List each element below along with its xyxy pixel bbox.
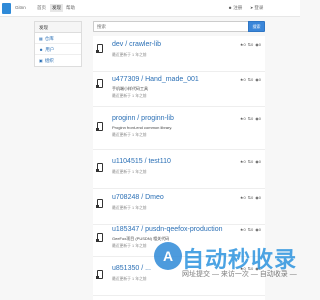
repo-icon	[96, 79, 103, 88]
watermark-logo: A	[154, 242, 182, 270]
search-bar: 搜索	[93, 21, 265, 32]
repo-stats: ★0 ⇅0 ◉0	[238, 227, 261, 232]
login-label: 登录	[254, 5, 264, 10]
repo-description: 手机端小样代码工具	[112, 86, 148, 91]
list-item: dev / crawler-lib 最近更新于 1 年之前 ★0 ⇅0 ◉0	[93, 36, 265, 72]
repo-link[interactable]: proginn / proginn-lib	[112, 115, 174, 122]
star-count: 0	[243, 42, 246, 47]
watch-count: 0	[258, 195, 261, 200]
user-icon: ☻	[39, 47, 44, 52]
fork-count: 0	[251, 77, 254, 82]
watermark: A 自动秒收录 网址提交 — 来访一次 — 自动收录 —	[150, 240, 300, 300]
list-item: u708248 / Dmeo 最近更新于 1 年之前 ★0 ⇅0 ◉0	[93, 189, 265, 225]
repo-updated: 最近更新于 1 年之前	[112, 170, 147, 174]
search-input[interactable]	[93, 21, 248, 32]
watch-count: 0	[258, 77, 261, 82]
repo-updated: 最近更新于 1 年之前	[112, 53, 147, 57]
fork-count: 0	[251, 227, 254, 232]
sidebar-item-label: 组织	[44, 58, 54, 63]
star-count: 0	[243, 159, 246, 164]
fork-count: 0	[251, 159, 254, 164]
repo-link[interactable]: u477309 / Hand_made_001	[112, 76, 199, 83]
repo-icon	[96, 233, 103, 242]
sidebar-item-orgs[interactable]: ▣ 组织	[35, 55, 81, 66]
register-label: 注册	[233, 5, 243, 10]
repo-link[interactable]: u185347 / pusdn-qeefox-production	[112, 226, 223, 233]
repo-link[interactable]: dev / crawler-lib	[112, 41, 161, 48]
repo-icon: ▦	[39, 36, 43, 41]
login-link[interactable]: ➤登录	[250, 5, 263, 11]
nav-link-explore[interactable]: 发现	[50, 4, 63, 12]
sidebar-item-label: 仓库	[44, 36, 54, 41]
list-item: proginn / proginn-lib Proginn front-end …	[93, 110, 265, 150]
nav-link-help[interactable]: 帮助	[66, 5, 75, 11]
repo-link[interactable]: u851350 / ...	[112, 265, 151, 272]
repo-link[interactable]: u1104515 / test110	[112, 158, 171, 165]
repo-description: Proginn front-end common library.	[112, 125, 173, 130]
fork-count: 0	[251, 116, 254, 121]
watch-count: 0	[258, 159, 261, 164]
list-item: u477309 / Hand_made_001 手机端小样代码工具 最近更新于 …	[93, 71, 265, 107]
star-count: 0	[243, 77, 246, 82]
repo-stats: ★0 ⇅0 ◉0	[238, 42, 261, 47]
star-count: 0	[243, 195, 246, 200]
site-logo[interactable]	[2, 3, 11, 14]
watch-count: 0	[258, 42, 261, 47]
repo-icon	[96, 199, 103, 208]
repo-stats: ★0 ⇅0 ◉0	[238, 77, 261, 82]
repo-icon	[96, 270, 103, 279]
repo-stats: ★0 ⇅0 ◉0	[238, 159, 261, 164]
repo-link[interactable]: u708248 / Dmeo	[112, 194, 164, 201]
sidebar-item-users[interactable]: ☻ 用户	[35, 44, 81, 55]
repo-updated: 最近更新于 1 年之前	[112, 244, 147, 248]
repo-updated: 最近更新于 1 年之前	[112, 94, 147, 98]
sidebar-item-repos[interactable]: ▦ 仓库	[35, 33, 81, 44]
sidebar-item-label: 用户	[45, 47, 55, 52]
list-item: u1104515 / test110 最近更新于 1 年之前 ★0 ⇅0 ◉0	[93, 153, 265, 189]
sign-in-icon: ➤	[250, 5, 254, 10]
top-navbar: Gitnn 首页 发现 帮助 ☻注册 ➤登录	[0, 0, 300, 17]
star-count: 0	[243, 227, 246, 232]
fork-count: 0	[251, 42, 254, 47]
watch-count: 0	[258, 116, 261, 121]
brand-name[interactable]: Gitnn	[15, 5, 26, 10]
repo-stats: ★0 ⇅0 ◉0	[238, 195, 261, 200]
repo-icon	[96, 163, 103, 172]
user-plus-icon: ☻	[228, 5, 233, 10]
repo-updated: 最近更新于 1 年之前	[112, 206, 147, 210]
repo-stats: ★0 ⇅0 ◉0	[238, 116, 261, 121]
star-count: 0	[243, 116, 246, 121]
watch-count: 0	[258, 227, 261, 232]
repo-updated: 最近更新于 1 年之前	[112, 277, 147, 281]
repo-updated: 最近更新于 1 年之前	[112, 133, 147, 137]
organization-icon: ▣	[39, 58, 43, 63]
watermark-subtitle: 网址提交 — 来访一次 — 自动收录 —	[182, 271, 297, 278]
repo-icon	[96, 122, 103, 131]
repo-icon	[96, 44, 103, 53]
search-button[interactable]: 搜索	[248, 21, 265, 32]
explore-sidebar: 发现 ▦ 仓库 ☻ 用户 ▣ 组织	[34, 21, 82, 67]
sidebar-heading: 发现	[35, 22, 81, 33]
register-link[interactable]: ☻注册	[228, 5, 242, 11]
nav-link-home[interactable]: 首页	[37, 5, 46, 11]
fork-count: 0	[251, 195, 254, 200]
